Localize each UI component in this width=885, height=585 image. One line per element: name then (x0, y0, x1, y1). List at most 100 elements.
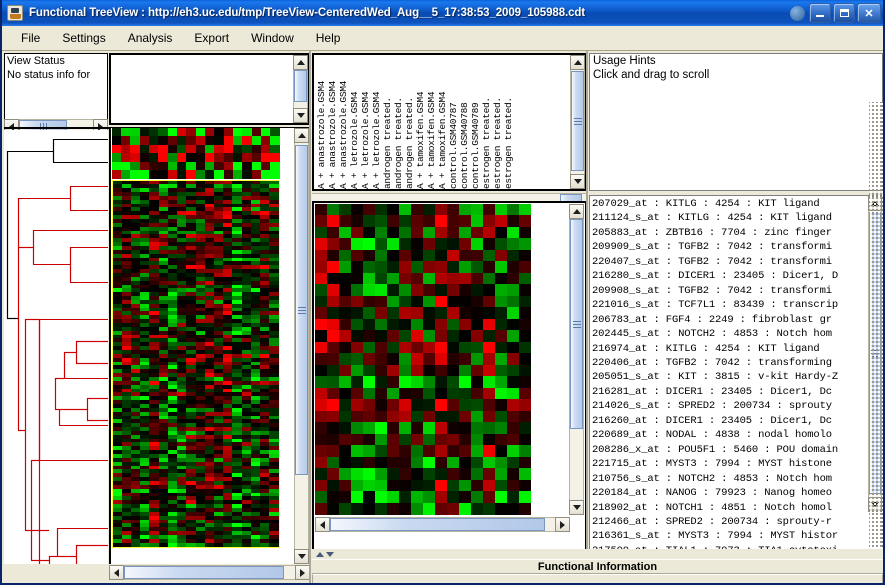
gene-annotation-row[interactable]: 208286_x_at : POU5F1 : 5460 : POU domain (592, 443, 867, 457)
gene-annotation-row[interactable]: 209909_s_at : TGFB2 : 7042 : transformi (592, 240, 867, 254)
gene-annotation-row[interactable]: 205051_s_at : KIT : 3815 : v-kit Hardy-Z (592, 370, 867, 384)
gene-dendrogram[interactable] (4, 130, 108, 564)
right-column: Usage Hints Click and drag to scroll 207… (589, 53, 883, 567)
column-label[interactable]: A + tamoxifen.GSM4 (415, 57, 426, 189)
gene-annotation-row[interactable]: 216281_at : DICER1 : 23405 : Dicer1, Dc (592, 385, 867, 399)
global-header-vscrollbar[interactable] (293, 55, 308, 123)
menu-export[interactable]: Export (183, 28, 240, 48)
zoomed-heatmap-panel[interactable] (312, 201, 587, 551)
zoomed-heatmap-hscrollbar[interactable] (315, 517, 570, 532)
gene-annotation-row[interactable]: 212466_at : SPRED2 : 200734 : sprouty-r (592, 515, 867, 529)
column-label[interactable]: androgen treated. (404, 57, 415, 189)
gene-annotation-row[interactable]: 220407_s_at : TGFB2 : 7042 : transformi (592, 255, 867, 269)
panel-collapse-controls[interactable] (312, 549, 883, 559)
gene-annotation-row[interactable]: 216974_at : KITLG : 4254 : KIT ligand (592, 342, 867, 356)
view-status-panel: View Status No status info for (4, 53, 108, 125)
scroll-right-arrow-icon[interactable] (555, 517, 570, 532)
gene-annotation-row[interactable]: 216280_s_at : DICER1 : 23405 : Dicer1, D (592, 269, 867, 283)
menu-window[interactable]: Window (240, 28, 305, 48)
menu-settings[interactable]: Settings (51, 28, 116, 48)
maximize-button[interactable] (833, 3, 855, 23)
gene-annotation-row[interactable]: 216361_s_at : MYST3 : 7994 : MYST histor (592, 529, 867, 543)
scroll-track[interactable] (569, 219, 584, 500)
menu-file[interactable]: File (10, 28, 51, 48)
column-label[interactable]: A + letrozole.GSM4 (371, 57, 382, 189)
scroll-track[interactable] (293, 70, 308, 108)
scroll-right-arrow-icon[interactable] (295, 565, 310, 580)
scroll-thumb (570, 219, 583, 429)
column-label[interactable]: androgen treated. (393, 57, 404, 189)
gene-annotation-row[interactable]: 205883_at : ZBTB16 : 7704 : zinc finger (592, 226, 867, 240)
close-button[interactable]: ✕ (857, 3, 881, 23)
gene-annotation-row[interactable]: 207029_at : KITLG : 4254 : KIT ligand (592, 197, 867, 211)
column-label[interactable]: control.GSM40789 (470, 57, 481, 189)
gene-annotation-row[interactable]: 220689_at : NODAL : 4838 : nodal homolo (592, 428, 867, 442)
gene-annotation-row[interactable]: 220406_at : TGFB2 : 7042 : transforming (592, 356, 867, 370)
column-label[interactable]: estrogen treated. (492, 57, 503, 189)
column-label[interactable]: control.GSM40788 (459, 57, 470, 189)
column-label[interactable]: estrogen treated. (481, 57, 492, 189)
menu-help[interactable]: Help (305, 28, 352, 48)
menu-analysis[interactable]: Analysis (117, 28, 184, 48)
zoomed-heatmap-canvas[interactable] (315, 204, 531, 515)
column-label[interactable]: control.GSM40787 (448, 57, 459, 189)
scroll-down-arrow-icon[interactable] (570, 174, 585, 189)
global-heatmap-selection-region[interactable] (112, 180, 280, 548)
gene-annotation-row[interactable]: 221715_at : MYST3 : 7994 : MYST histone (592, 457, 867, 471)
column-labels-vscrollbar[interactable] (570, 55, 585, 189)
scroll-track[interactable] (124, 565, 295, 580)
scroll-track[interactable] (330, 517, 555, 532)
global-heatmap-vscrollbar[interactable] (294, 128, 309, 564)
column-labels-panel[interactable]: A + anastrozole.GSM4 A + anastrozole.GSM4… (312, 53, 587, 191)
vertical-splitter-left[interactable] (309, 51, 311, 583)
column-label[interactable]: A + letrozole.GSM4 (360, 57, 371, 189)
column-label[interactable]: A + tamoxifen.GSM4 (437, 57, 448, 189)
scroll-up-arrow-icon[interactable] (294, 128, 309, 143)
scroll-up-arrow-icon[interactable] (570, 55, 585, 70)
scroll-track[interactable] (294, 143, 309, 549)
gene-annotation-row[interactable]: 220184_at : NANOG : 79923 : Nanog homeo (592, 486, 867, 500)
column-label[interactable]: A + letrozole.GSM4 (349, 57, 360, 189)
scroll-up-arrow-icon[interactable] (293, 55, 308, 70)
scroll-down-arrow-icon[interactable] (294, 549, 309, 564)
global-heatmap-canvas[interactable] (113, 181, 279, 547)
column-label[interactable]: A + anastrozole.GSM4 (316, 57, 327, 189)
usage-hints-panel: Usage Hints Click and drag to scroll (589, 53, 883, 191)
right-resize-gutter[interactable] (869, 102, 883, 557)
gene-annotation-list-panel[interactable]: 207029_at : KITLG : 4254 : KIT ligand 211… (589, 195, 883, 553)
java-duke-icon (790, 5, 805, 21)
scroll-up-arrow-icon[interactable] (569, 204, 584, 219)
column-label[interactable]: estrogen treated. (503, 57, 514, 189)
window-titlebar[interactable]: Functional TreeView : http://eh3.uc.edu/… (2, 0, 883, 26)
collapse-up-icon[interactable] (316, 551, 324, 557)
collapse-down-icon[interactable] (326, 551, 334, 557)
gene-annotation-row[interactable]: 216260_at : DICER1 : 23405 : Dicer1, Dc (592, 414, 867, 428)
scroll-left-arrow-icon[interactable] (109, 565, 124, 580)
gene-annotation-row[interactable]: 206783_at : FGF4 : 2249 : fibroblast gr (592, 313, 867, 327)
gene-annotation-row[interactable]: 210756_s_at : NOTCH2 : 4853 : Notch hom (592, 472, 867, 486)
gene-annotation-row[interactable]: 202445_s_at : NOTCH2 : 4853 : Notch hom (592, 327, 867, 341)
minimize-button[interactable] (809, 3, 831, 23)
dendrogram-canvas[interactable] (4, 130, 108, 564)
column-label[interactable]: A + anastrozole.GSM4 (327, 57, 338, 189)
gene-annotation-row[interactable]: 214026_s_at : SPRED2 : 200734 : sprouty (592, 399, 867, 413)
gene-annotation-row[interactable]: 218902_at : NOTCH1 : 4851 : Notch homol (592, 501, 867, 515)
column-label[interactable]: A + tamoxifen.GSM4 (426, 57, 437, 189)
gene-annotation-row[interactable]: 209908_s_at : TGFB2 : 7042 : transformi (592, 284, 867, 298)
scroll-track[interactable] (570, 70, 585, 174)
functional-information-panel: Functional Information (312, 549, 883, 583)
zoomed-heatmap-vscrollbar[interactable] (569, 204, 584, 515)
gene-annotation-row[interactable]: 221016_s_at : TCF7L1 : 83439 : transcrip (592, 298, 867, 312)
scroll-down-arrow-icon[interactable] (293, 108, 308, 123)
global-heatmap-top-canvas[interactable] (112, 128, 280, 179)
vertical-splitter-right[interactable] (586, 51, 588, 571)
scroll-down-arrow-icon[interactable] (569, 500, 584, 515)
scroll-left-arrow-icon[interactable] (315, 517, 330, 532)
column-label[interactable]: A + anastrozole.GSM4 (338, 57, 349, 189)
global-heatmap-hscrollbar[interactable] (109, 565, 310, 580)
column-label[interactable]: androgen treated. (382, 57, 393, 189)
scroll-thumb (330, 518, 545, 531)
gene-annotation-row[interactable]: 211124_s_at : KITLG : 4254 : KIT ligand (592, 211, 867, 225)
usage-hints-message: Click and drag to scroll (593, 69, 710, 81)
java-coffee-icon (7, 5, 23, 21)
